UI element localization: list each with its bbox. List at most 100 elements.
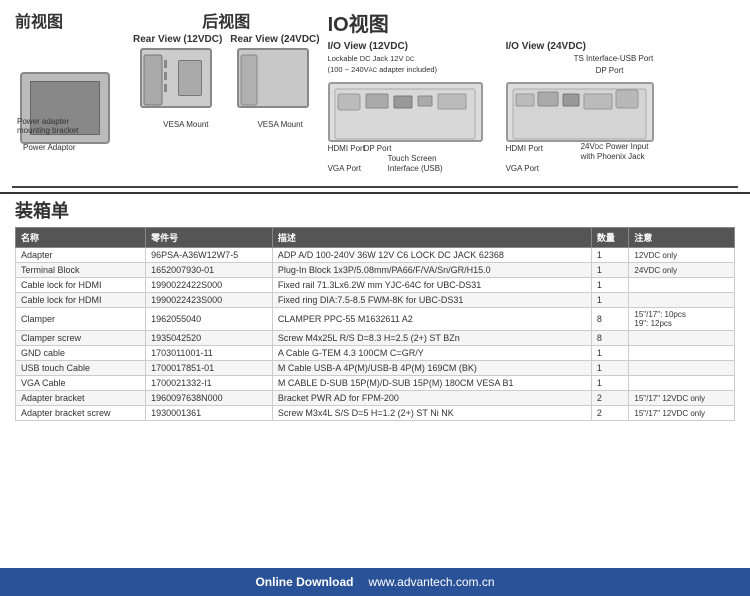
table-cell: 1 xyxy=(591,361,629,376)
ts-usb-label: TS Interface-USB Port xyxy=(574,54,654,64)
rear-24-svg xyxy=(239,50,311,110)
rear-12-label: Rear View (12VDC) xyxy=(133,34,222,45)
table-row: Cable lock for HDMI1990022422S000Fixed r… xyxy=(16,278,735,293)
table-cell: 1700017851-01 xyxy=(146,361,273,376)
table-cell: VGA Cable xyxy=(16,376,146,391)
table-cell: 8 xyxy=(591,308,629,331)
table-cell: M CABLE D-SUB 15P(M)/D-SUB 15P(M) 180CM … xyxy=(272,376,591,391)
table-cell: 2 xyxy=(591,391,629,406)
table-cell: USB touch Cable xyxy=(16,361,146,376)
table-cell: 12VDC only xyxy=(629,248,735,263)
table-row: Clamper1962055040CLAMPER PPC-55 M1632611… xyxy=(16,308,735,331)
col-qty: 数量 xyxy=(591,228,629,248)
table-cell: M Cable USB-A 4P(M)/USB-B 4P(M) 169CM (B… xyxy=(272,361,591,376)
table-cell: Cable lock for HDMI xyxy=(16,278,146,293)
footer: Online Download www.advantech.com.cn xyxy=(0,568,750,596)
front-view-title: 前视图 xyxy=(15,8,63,32)
hdmi-port-24-label: HDMI Port xyxy=(506,144,543,153)
table-cell: 2 xyxy=(591,406,629,421)
table-cell: 1960097638N000 xyxy=(146,391,273,406)
vesa-mount-rear-12: VESA Mount xyxy=(163,120,208,129)
dp-port-12-label: DP Port xyxy=(364,144,392,153)
table-row: Clamper screw1935042520Screw M4x25L R/S … xyxy=(16,331,735,346)
table-cell: Bracket PWR AD for FPM-200 xyxy=(272,391,591,406)
table-cell: 24VDC only xyxy=(629,263,735,278)
dp-port-24-label: DP Port xyxy=(596,66,624,75)
col-note: 注意 xyxy=(629,228,735,248)
table-cell: 1652007930-01 xyxy=(146,263,273,278)
table-cell: 1703011001-11 xyxy=(146,346,273,361)
power-adaptor-label: Power Adaptor xyxy=(23,143,75,152)
table-cell xyxy=(629,278,735,293)
io-24-label: I/O View (24VDC) xyxy=(506,41,586,52)
table-cell: Adapter bracket screw xyxy=(16,406,146,421)
col-part: 零件号 xyxy=(146,228,273,248)
table-cell xyxy=(629,331,735,346)
table-cell: Plug-In Block 1x3P/5.08mm/PA66/F/VA/Sn/G… xyxy=(272,263,591,278)
table-row: Adapter bracket screw1930001361Screw M3x… xyxy=(16,406,735,421)
rear-diagram-svg xyxy=(142,50,214,110)
table-cell: 1700021332-I1 xyxy=(146,376,273,391)
table-cell: A Cable G-TEM 4.3 100CM C=GR/Y xyxy=(272,346,591,361)
table-row: USB touch Cable1700017851-01M Cable USB-… xyxy=(16,361,735,376)
packing-table: 名称 零件号 描述 数量 注意 Adapter96PSA-A36W12W7-5A… xyxy=(15,227,735,421)
table-cell xyxy=(629,361,735,376)
table-cell xyxy=(629,376,735,391)
hdmi-port-12-label: HDMI Port xyxy=(328,144,365,153)
table-row: Adapter bracket1960097638N000Bracket PWR… xyxy=(16,391,735,406)
table-cell: 1 xyxy=(591,293,629,308)
footer-label: Online Download xyxy=(255,575,353,589)
table-row: Adapter96PSA-A36W12W7-5ADP A/D 100-240V … xyxy=(16,248,735,263)
table-cell: CLAMPER PPC-55 M1632611 A2 xyxy=(272,308,591,331)
rear-view-title: 后视图 xyxy=(202,8,250,32)
table-cell: Cable lock for HDMI xyxy=(16,293,146,308)
touch-screen-label: Touch ScreenInterface (USB) xyxy=(388,154,443,173)
table-cell: GND cable xyxy=(16,346,146,361)
table-cell: ADP A/D 100-240V 36W 12V C6 LOCK DC JACK… xyxy=(272,248,591,263)
table-cell: 8 xyxy=(591,331,629,346)
table-cell: 15"/17": 10pcs 19": 12pcs xyxy=(629,308,735,331)
footer-url: www.advantech.com.cn xyxy=(368,575,494,589)
table-cell: 1 xyxy=(591,376,629,391)
table-cell: 1930001361 xyxy=(146,406,273,421)
table-cell: 1962055040 xyxy=(146,308,273,331)
io-24-svg xyxy=(508,84,656,144)
table-cell: Screw M4x25L R/S D=8.3 H=2.5 (2+) ST BZn xyxy=(272,331,591,346)
vesa-mount-rear-24: VESA Mount xyxy=(257,120,302,129)
packing-title: 装箱单 xyxy=(15,197,735,223)
io-12-svg xyxy=(330,84,485,144)
table-cell: 1935042520 xyxy=(146,331,273,346)
col-desc: 描述 xyxy=(272,228,591,248)
table-cell: 1990022422S000 xyxy=(146,278,273,293)
io-view-title: IO视图 xyxy=(328,8,735,37)
table-row: Terminal Block1652007930-01Plug-In Block… xyxy=(16,263,735,278)
dc-jack-label: Lockable DC Jack 12V DC(100 ~ 240VAC ada… xyxy=(328,54,437,76)
table-cell: Terminal Block xyxy=(16,263,146,278)
table-cell: 15"/17" 12VDC only xyxy=(629,391,735,406)
table-cell: Fixed ring DIA:7.5-8.5 FWM-8K for UBC-DS… xyxy=(272,293,591,308)
table-row: Cable lock for HDMI1990022423S000Fixed r… xyxy=(16,293,735,308)
table-cell: Adapter xyxy=(16,248,146,263)
table-cell: Fixed rail 71.3Lx6.2W mm YJC-64C for UBC… xyxy=(272,278,591,293)
table-cell: 1 xyxy=(591,263,629,278)
table-cell: 1 xyxy=(591,278,629,293)
table-row: VGA Cable1700021332-I1M CABLE D-SUB 15P(… xyxy=(16,376,735,391)
power-adapter-label: Power adaptermounting bracket xyxy=(17,117,78,136)
table-cell: Adapter bracket xyxy=(16,391,146,406)
table-cell xyxy=(629,293,735,308)
vga-port-12-label: VGA Port xyxy=(328,164,361,173)
io-12-label: I/O View (12VDC) xyxy=(328,41,408,52)
table-cell: Clamper screw xyxy=(16,331,146,346)
rear-24-label: Rear View (24VDC) xyxy=(230,34,319,45)
table-cell: Clamper xyxy=(16,308,146,331)
table-cell: Screw M3x4L S/S D=5 H=1.2 (2+) ST Ni NK xyxy=(272,406,591,421)
power-input-label: 24VDC Power Inputwith Phoenix Jack xyxy=(581,142,649,162)
table-cell: 1 xyxy=(591,346,629,361)
table-row: GND cable1703011001-11A Cable G-TEM 4.3 … xyxy=(16,346,735,361)
table-cell: 1 xyxy=(591,248,629,263)
table-cell xyxy=(629,346,735,361)
vga-port-24-label: VGA Port xyxy=(506,164,539,173)
table-cell: 96PSA-A36W12W7-5 xyxy=(146,248,273,263)
table-cell: 15"/17" 12VDC only xyxy=(629,406,735,421)
table-cell: 1990022423S000 xyxy=(146,293,273,308)
